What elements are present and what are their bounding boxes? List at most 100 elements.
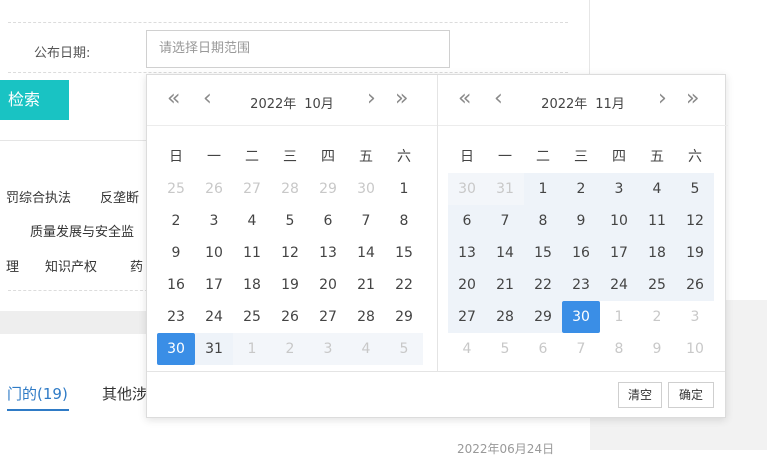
day-cell[interactable]: 13 — [448, 237, 486, 269]
day-cell[interactable]: 1 — [524, 173, 562, 205]
day-cell-other-month[interactable]: 4 — [448, 333, 486, 365]
next-year-double-chevron-right-icon[interactable]: » — [686, 87, 699, 111]
day-cell[interactable]: 15 — [524, 237, 562, 269]
day-cell[interactable]: 22 — [524, 269, 562, 301]
day-cell-other-month[interactable]: 31 — [486, 173, 524, 205]
day-cell[interactable]: 31 — [195, 333, 233, 365]
day-cell-selected[interactable]: 30 — [562, 301, 600, 333]
day-cell[interactable]: 29 — [385, 301, 423, 333]
category-item[interactable]: 质量发展与安全监 — [30, 221, 134, 240]
day-cell[interactable]: 8 — [385, 205, 423, 237]
day-cell-other-month[interactable]: 1 — [233, 333, 271, 365]
day-cell[interactable]: 13 — [309, 237, 347, 269]
day-cell[interactable]: 22 — [385, 269, 423, 301]
day-cell[interactable]: 4 — [233, 205, 271, 237]
day-cell[interactable]: 25 — [638, 269, 676, 301]
day-cell-other-month[interactable]: 5 — [486, 333, 524, 365]
tab-other-results[interactable]: 其他涉 — [102, 383, 147, 404]
day-cell[interactable]: 2 — [157, 205, 195, 237]
day-cell[interactable]: 26 — [676, 269, 714, 301]
day-cell-other-month[interactable]: 28 — [271, 173, 309, 205]
day-cell[interactable]: 11 — [638, 205, 676, 237]
day-cell[interactable]: 4 — [638, 173, 676, 205]
day-cell[interactable]: 6 — [309, 205, 347, 237]
day-cell[interactable]: 7 — [347, 205, 385, 237]
day-cell[interactable]: 23 — [157, 301, 195, 333]
day-cell[interactable]: 20 — [309, 269, 347, 301]
day-cell[interactable]: 8 — [524, 205, 562, 237]
date-range-input[interactable]: 请选择日期范围 — [146, 30, 450, 68]
day-cell-other-month[interactable]: 2 — [638, 301, 676, 333]
day-cell-other-month[interactable]: 1 — [600, 301, 638, 333]
day-cell-other-month[interactable]: 10 — [676, 333, 714, 365]
search-button[interactable]: 检索 — [0, 80, 69, 120]
day-cell[interactable]: 23 — [562, 269, 600, 301]
day-cell[interactable]: 19 — [271, 269, 309, 301]
day-cell[interactable]: 3 — [600, 173, 638, 205]
day-cell[interactable]: 10 — [600, 205, 638, 237]
category-item[interactable]: 理 — [6, 256, 19, 275]
day-cell-other-month[interactable]: 27 — [233, 173, 271, 205]
day-cell[interactable]: 14 — [486, 237, 524, 269]
day-cell[interactable]: 10 — [195, 237, 233, 269]
clear-button[interactable]: 清空 — [618, 382, 662, 408]
day-cell[interactable]: 21 — [486, 269, 524, 301]
day-cell[interactable]: 9 — [562, 205, 600, 237]
day-cell[interactable]: 21 — [347, 269, 385, 301]
category-item[interactable]: 罚综合执法 — [6, 187, 71, 206]
day-cell[interactable]: 5 — [271, 205, 309, 237]
day-cell[interactable]: 18 — [638, 237, 676, 269]
day-cell-other-month[interactable]: 3 — [676, 301, 714, 333]
day-cell[interactable]: 24 — [600, 269, 638, 301]
day-cell[interactable]: 5 — [676, 173, 714, 205]
day-cell[interactable]: 3 — [195, 205, 233, 237]
day-cell[interactable]: 24 — [195, 301, 233, 333]
day-cell[interactable]: 17 — [600, 237, 638, 269]
day-cell-other-month[interactable]: 29 — [309, 173, 347, 205]
day-cell-other-month[interactable]: 7 — [562, 333, 600, 365]
day-cell[interactable]: 18 — [233, 269, 271, 301]
day-cell-other-month[interactable]: 8 — [600, 333, 638, 365]
day-cell-other-month[interactable]: 3 — [309, 333, 347, 365]
day-cell[interactable]: 12 — [676, 205, 714, 237]
day-cell-other-month[interactable]: 26 — [195, 173, 233, 205]
day-cell-other-month[interactable]: 5 — [385, 333, 423, 365]
confirm-button[interactable]: 确定 — [668, 382, 714, 408]
next-year-double-chevron-right-icon[interactable]: » — [395, 87, 408, 111]
day-cell[interactable]: 16 — [562, 237, 600, 269]
day-cell[interactable]: 27 — [448, 301, 486, 333]
day-cell[interactable]: 28 — [347, 301, 385, 333]
day-cell[interactable]: 29 — [524, 301, 562, 333]
day-cell[interactable]: 6 — [448, 205, 486, 237]
tab-department-results[interactable]: 门的(19) — [7, 383, 68, 404]
day-cell[interactable]: 25 — [233, 301, 271, 333]
day-cell-other-month[interactable]: 6 — [524, 333, 562, 365]
day-cell-other-month[interactable]: 30 — [448, 173, 486, 205]
day-cell[interactable]: 1 — [385, 173, 423, 205]
category-item[interactable]: 药 — [130, 256, 143, 275]
day-cell[interactable]: 11 — [233, 237, 271, 269]
day-cell-other-month[interactable]: 4 — [347, 333, 385, 365]
day-cell[interactable]: 16 — [157, 269, 195, 301]
day-cell[interactable]: 14 — [347, 237, 385, 269]
day-cell[interactable]: 26 — [271, 301, 309, 333]
day-cell-other-month[interactable]: 2 — [271, 333, 309, 365]
day-cell[interactable]: 27 — [309, 301, 347, 333]
day-cell[interactable]: 9 — [157, 237, 195, 269]
day-cell-other-month[interactable]: 30 — [347, 173, 385, 205]
day-cell[interactable]: 17 — [195, 269, 233, 301]
day-cell[interactable]: 20 — [448, 269, 486, 301]
day-cell-other-month[interactable]: 9 — [638, 333, 676, 365]
category-item[interactable]: 知识产权 — [45, 256, 97, 275]
category-item[interactable]: 反垄断 — [100, 187, 139, 206]
day-cell[interactable]: 28 — [486, 301, 524, 333]
day-cell[interactable]: 2 — [562, 173, 600, 205]
day-cell[interactable]: 7 — [486, 205, 524, 237]
next-month-chevron-right-icon[interactable]: › — [658, 87, 667, 111]
day-cell-other-month[interactable]: 25 — [157, 173, 195, 205]
day-cell[interactable]: 19 — [676, 237, 714, 269]
next-month-chevron-right-icon[interactable]: › — [367, 87, 376, 111]
day-cell[interactable]: 15 — [385, 237, 423, 269]
day-cell-selected[interactable]: 30 — [157, 333, 195, 365]
day-cell[interactable]: 12 — [271, 237, 309, 269]
